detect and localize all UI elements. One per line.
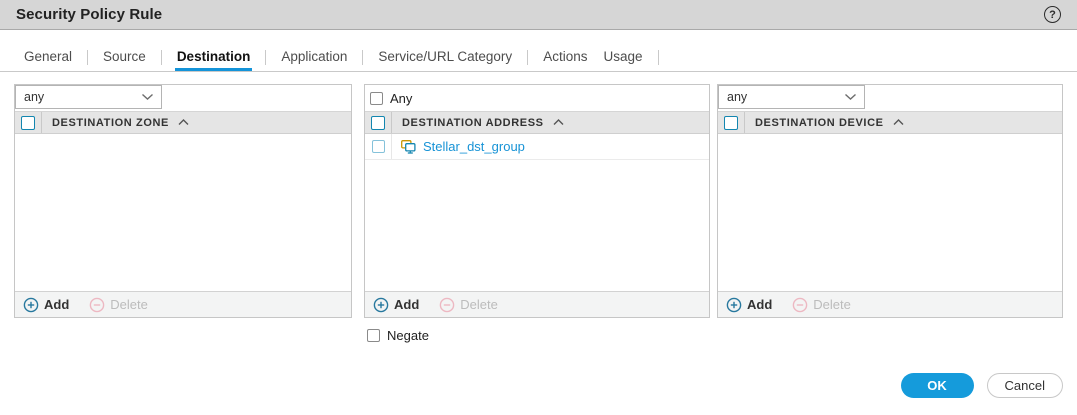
tab-source[interactable]: Source bbox=[101, 44, 148, 71]
address-group-icon bbox=[400, 138, 417, 155]
delete-circle-minus-icon bbox=[439, 297, 455, 313]
zone-column-header[interactable]: DESTINATION ZONE bbox=[42, 112, 189, 133]
tab-separator bbox=[265, 50, 266, 65]
zone-delete-label: Delete bbox=[110, 297, 148, 312]
zone-grid-footer: Add Delete bbox=[15, 291, 351, 317]
address-select-all-checkbox[interactable] bbox=[371, 116, 385, 130]
sort-ascending-icon bbox=[553, 119, 564, 126]
chevron-down-icon bbox=[844, 93, 857, 101]
device-delete-label: Delete bbox=[813, 297, 851, 312]
zone-select-all-cell bbox=[15, 112, 42, 133]
device-grid-footer: Add Delete bbox=[718, 291, 1062, 317]
row-checkbox-cell bbox=[365, 134, 392, 159]
zone-type-value: any bbox=[24, 90, 141, 104]
destination-address-panel: Any DESTINATION ADDRESS bbox=[364, 84, 710, 318]
delete-circle-minus-icon bbox=[89, 297, 105, 313]
address-grid-header: DESTINATION ADDRESS bbox=[365, 111, 709, 134]
device-add-label: Add bbox=[747, 297, 772, 312]
device-add-button[interactable]: Add bbox=[726, 297, 772, 313]
tab-bar: General Source Destination Application S… bbox=[0, 44, 1077, 72]
tab-general[interactable]: General bbox=[22, 44, 74, 71]
zone-grid-body bbox=[15, 134, 351, 291]
cancel-button[interactable]: Cancel bbox=[987, 373, 1063, 398]
device-filter-row: any bbox=[718, 85, 1062, 111]
sort-ascending-icon bbox=[178, 119, 189, 126]
address-select-all-cell bbox=[365, 112, 392, 133]
destination-device-panel: any DESTINATION DEVICE bbox=[717, 84, 1063, 318]
zone-type-dropdown[interactable]: any bbox=[15, 85, 162, 109]
address-grid-body: Stellar_dst_group bbox=[365, 134, 709, 291]
device-grid-body bbox=[718, 134, 1062, 291]
device-select-all-cell bbox=[718, 112, 745, 133]
address-object-link[interactable]: Stellar_dst_group bbox=[423, 139, 525, 154]
tab-application[interactable]: Application bbox=[279, 44, 349, 71]
dialog-titlebar: Security Policy Rule ? bbox=[0, 0, 1077, 30]
tab-service-url-category[interactable]: Service/URL Category bbox=[376, 44, 514, 71]
tab-usage[interactable]: Usage bbox=[601, 44, 644, 71]
device-select-all-checkbox[interactable] bbox=[724, 116, 738, 130]
tab-separator bbox=[362, 50, 363, 65]
address-any-checkbox[interactable] bbox=[370, 92, 383, 105]
table-row: Stellar_dst_group bbox=[365, 134, 709, 160]
device-type-value: any bbox=[727, 90, 844, 104]
address-column-title: DESTINATION ADDRESS bbox=[402, 117, 544, 129]
tab-separator bbox=[87, 50, 88, 65]
destination-panels: any DESTINATION ZONE bbox=[14, 84, 1063, 318]
address-add-label: Add bbox=[394, 297, 419, 312]
dialog-footer: OK Cancel bbox=[901, 373, 1063, 398]
zone-select-all-checkbox[interactable] bbox=[21, 116, 35, 130]
negate-checkbox[interactable] bbox=[367, 329, 380, 342]
zone-filter-row: any bbox=[15, 85, 351, 111]
sort-ascending-icon bbox=[893, 119, 904, 126]
address-any-label: Any bbox=[390, 91, 412, 106]
tab-separator bbox=[161, 50, 162, 65]
help-icon[interactable]: ? bbox=[1044, 6, 1061, 23]
destination-zone-panel: any DESTINATION ZONE bbox=[14, 84, 352, 318]
chevron-down-icon bbox=[141, 93, 154, 101]
address-any-row: Any bbox=[365, 85, 709, 111]
zone-delete-button[interactable]: Delete bbox=[89, 297, 148, 313]
zone-column-title: DESTINATION ZONE bbox=[52, 117, 169, 129]
tab-destination[interactable]: Destination bbox=[175, 44, 253, 71]
address-delete-button[interactable]: Delete bbox=[439, 297, 498, 313]
delete-circle-minus-icon bbox=[792, 297, 808, 313]
add-circle-plus-icon bbox=[726, 297, 742, 313]
device-delete-button[interactable]: Delete bbox=[792, 297, 851, 313]
add-circle-plus-icon bbox=[373, 297, 389, 313]
zone-add-button[interactable]: Add bbox=[23, 297, 69, 313]
device-column-title: DESTINATION DEVICE bbox=[755, 117, 884, 129]
page-title: Security Policy Rule bbox=[16, 6, 162, 23]
address-grid-footer: Add Delete bbox=[365, 291, 709, 317]
tab-separator bbox=[527, 50, 528, 65]
ok-button[interactable]: OK bbox=[901, 373, 974, 398]
device-type-dropdown[interactable]: any bbox=[718, 85, 865, 109]
zone-grid-header: DESTINATION ZONE bbox=[15, 111, 351, 134]
address-delete-label: Delete bbox=[460, 297, 498, 312]
row-content: Stellar_dst_group bbox=[392, 134, 525, 159]
add-circle-plus-icon bbox=[23, 297, 39, 313]
device-grid-header: DESTINATION DEVICE bbox=[718, 111, 1062, 134]
device-column-header[interactable]: DESTINATION DEVICE bbox=[745, 112, 904, 133]
negate-label: Negate bbox=[387, 328, 429, 343]
row-checkbox[interactable] bbox=[372, 140, 385, 153]
address-column-header[interactable]: DESTINATION ADDRESS bbox=[392, 112, 564, 133]
tab-actions[interactable]: Actions bbox=[541, 44, 589, 71]
address-add-button[interactable]: Add bbox=[373, 297, 419, 313]
zone-add-label: Add bbox=[44, 297, 69, 312]
tab-separator bbox=[658, 50, 659, 65]
negate-row: Negate bbox=[367, 328, 1077, 343]
